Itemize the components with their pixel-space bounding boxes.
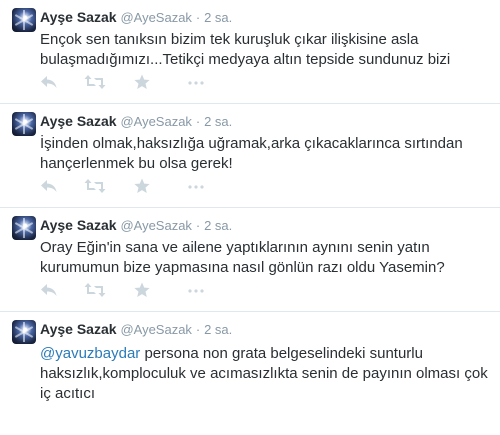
author-name[interactable]: Ayşe Sazak bbox=[40, 113, 117, 129]
tweet-timestamp[interactable]: 2 sa. bbox=[204, 10, 232, 25]
reply-icon[interactable] bbox=[40, 178, 58, 194]
tweet-header: Ayşe Sazak @AyeSazak · 2 sa. bbox=[40, 320, 232, 339]
tweet-timestamp[interactable]: 2 sa. bbox=[204, 322, 232, 337]
retweet-icon[interactable] bbox=[84, 74, 106, 90]
tweet-header: Ayşe Sazak @AyeSazak · 2 sa. bbox=[40, 8, 232, 27]
more-icon[interactable] bbox=[188, 178, 204, 194]
tweet[interactable]: Ayşe Sazak @AyeSazak · 2 sa. Oray Eğin'i… bbox=[0, 208, 500, 312]
tweet[interactable]: Ayşe Sazak @AyeSazak · 2 sa. @yavuzbayda… bbox=[0, 312, 500, 435]
author-handle[interactable]: @AyeSazak bbox=[120, 114, 192, 129]
avatar[interactable] bbox=[12, 112, 36, 136]
favorite-icon[interactable] bbox=[134, 178, 150, 194]
tweet[interactable]: Ayşe Sazak @AyeSazak · 2 sa. Ençok sen t… bbox=[0, 0, 500, 104]
tweet-text: @yavuzbaydar persona non grata belgeseli… bbox=[40, 344, 490, 404]
retweet-icon[interactable] bbox=[84, 178, 106, 194]
avatar[interactable] bbox=[12, 320, 36, 344]
favorite-icon[interactable] bbox=[134, 282, 150, 298]
avatar[interactable] bbox=[12, 216, 36, 240]
tweet-header: Ayşe Sazak @AyeSazak · 2 sa. bbox=[40, 216, 232, 235]
tweet-timestamp[interactable]: 2 sa. bbox=[204, 114, 232, 129]
tweet-body: Oray Eğin'in sana ve ailene yaptıklarını… bbox=[40, 239, 445, 276]
tweet-feed: Ayşe Sazak @AyeSazak · 2 sa. Ençok sen t… bbox=[0, 0, 500, 435]
reply-icon[interactable] bbox=[40, 282, 58, 298]
tweet-text: İşinden olmak,haksızlığa uğramak,arka çı… bbox=[40, 134, 490, 174]
tweet-body: İşinden olmak,haksızlığa uğramak,arka çı… bbox=[40, 135, 463, 172]
author-handle[interactable]: @AyeSazak bbox=[120, 322, 192, 337]
author-name[interactable]: Ayşe Sazak bbox=[40, 9, 117, 25]
author-handle[interactable]: @AyeSazak bbox=[120, 10, 192, 25]
separator-dot: · bbox=[195, 10, 201, 25]
tweet[interactable]: Ayşe Sazak @AyeSazak · 2 sa. İşinden olm… bbox=[0, 104, 500, 208]
more-icon[interactable] bbox=[188, 282, 204, 298]
separator-dot: · bbox=[195, 218, 201, 233]
author-name[interactable]: Ayşe Sazak bbox=[40, 321, 117, 337]
author-name[interactable]: Ayşe Sazak bbox=[40, 217, 117, 233]
tweet-body: Ençok sen tanıksın bizim tek kuruşluk çı… bbox=[40, 31, 451, 68]
more-icon[interactable] bbox=[188, 74, 204, 90]
reply-icon[interactable] bbox=[40, 74, 58, 90]
tweet-timestamp[interactable]: 2 sa. bbox=[204, 218, 232, 233]
tweet-header: Ayşe Sazak @AyeSazak · 2 sa. bbox=[40, 112, 232, 131]
retweet-icon[interactable] bbox=[84, 282, 106, 298]
tweet-text: Oray Eğin'in sana ve ailene yaptıklarını… bbox=[40, 238, 490, 278]
mention-link[interactable]: @yavuzbaydar bbox=[40, 345, 140, 362]
avatar[interactable] bbox=[12, 8, 36, 32]
author-handle[interactable]: @AyeSazak bbox=[120, 218, 192, 233]
separator-dot: · bbox=[195, 114, 201, 129]
separator-dot: · bbox=[195, 322, 201, 337]
tweet-text: Ençok sen tanıksın bizim tek kuruşluk çı… bbox=[40, 30, 490, 70]
favorite-icon[interactable] bbox=[134, 74, 150, 90]
